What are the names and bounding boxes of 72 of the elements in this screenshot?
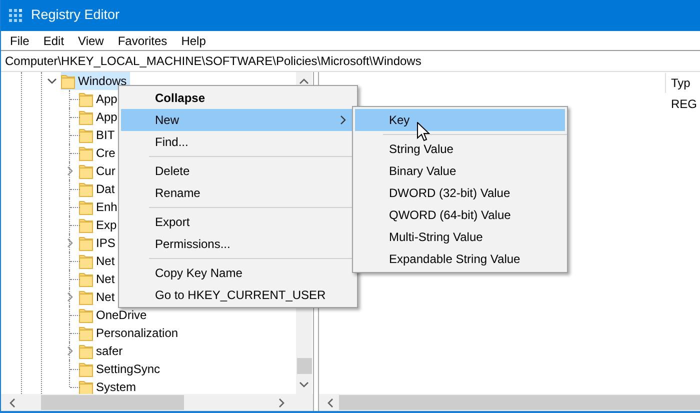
tree-item[interactable]: Net <box>79 252 118 270</box>
menu-item[interactable]: Rename <box>121 182 355 204</box>
pointer-cursor-icon <box>417 122 430 142</box>
folder-icon <box>79 217 93 233</box>
folder-icon <box>79 343 93 359</box>
scroll-left-icon <box>9 398 15 408</box>
tree-item[interactable]: BIT <box>79 126 118 144</box>
folder-icon <box>79 325 93 341</box>
menu-item[interactable]: Edit <box>36 32 72 50</box>
folder-icon <box>79 361 93 377</box>
tree-item[interactable]: OneDrive <box>79 306 150 324</box>
tree-item[interactable]: Enh <box>79 198 120 216</box>
scroll-thumb[interactable] <box>41 395 184 410</box>
tree-item[interactable]: Cur <box>79 162 118 180</box>
folder-icon <box>79 199 93 215</box>
menu-item[interactable]: Expandable String Value <box>355 248 565 270</box>
tree-item[interactable]: Cre <box>79 144 118 162</box>
menu-item[interactable]: New <box>121 109 355 131</box>
menu-item[interactable]: Find... <box>121 131 355 153</box>
folder-icon <box>79 127 93 143</box>
menu-item[interactable]: Permissions... <box>121 233 355 255</box>
scroll-thumb[interactable] <box>339 395 700 410</box>
menu-item[interactable]: Favorites <box>110 32 174 50</box>
menu-item[interactable]: Help <box>174 32 213 50</box>
folder-icon <box>79 91 93 107</box>
folder-icon <box>79 109 93 125</box>
tree-item[interactable]: IPS <box>79 234 118 252</box>
address-bar[interactable]: Computer\HKEY_LOCAL_MACHINE\SOFTWARE\Policies\Microsoft\Windows <box>1 50 700 72</box>
menu-item[interactable]: View <box>71 32 111 50</box>
tree-item[interactable]: Exp <box>79 216 120 234</box>
menu-item[interactable]: Multi-String Value <box>355 226 565 248</box>
scroll-up-icon <box>299 78 309 84</box>
tree-item[interactable]: App <box>79 90 120 108</box>
folder-icon <box>61 73 75 89</box>
scroll-down-icon <box>299 382 309 388</box>
folder-icon <box>79 235 93 251</box>
menu-item[interactable]: Binary Value <box>355 160 565 182</box>
menu-item[interactable]: Export <box>121 211 355 233</box>
tree-item[interactable]: Net <box>79 288 118 306</box>
menu-item[interactable]: Delete <box>121 160 355 182</box>
tree-item[interactable]: Net <box>79 270 118 288</box>
folder-icon <box>79 145 93 161</box>
tree-item[interactable]: App <box>79 108 120 126</box>
menu-item[interactable]: Go to HKEY_CURRENT_USER <box>121 284 355 306</box>
folder-icon <box>79 379 93 394</box>
table-cell-text: REG <box>671 96 698 113</box>
menu-item[interactable]: QWORD (64-bit) Value <box>355 204 565 226</box>
tree-item[interactable]: SettingSync <box>79 360 164 378</box>
horizontal-scrollbar[interactable] <box>1 394 313 411</box>
tree-item[interactable]: Personalization <box>79 324 182 342</box>
menu-item[interactable]: Key <box>355 109 565 131</box>
folder-icon <box>79 181 93 197</box>
window-title: Registry Editor <box>31 6 120 24</box>
menu-item[interactable]: Copy Key Name <box>121 262 355 284</box>
folder-icon <box>79 271 93 287</box>
menu-item[interactable]: Collapse <box>121 87 355 109</box>
folder-icon <box>79 253 93 269</box>
scroll-right-icon <box>279 398 285 408</box>
tree-item[interactable]: Windows <box>61 72 130 90</box>
column-header[interactable]: Typ <box>671 74 690 92</box>
tree-item[interactable]: Dat <box>79 180 118 198</box>
menu-item[interactable]: File <box>3 32 36 50</box>
scroll-thumb[interactable] <box>296 358 312 374</box>
folder-icon <box>79 289 93 305</box>
folder-icon <box>79 307 93 323</box>
menu-item[interactable]: DWORD (32-bit) Value <box>355 182 565 204</box>
tree-item[interactable]: safer <box>79 342 126 360</box>
scroll-left-icon <box>327 398 333 408</box>
horizontal-scrollbar[interactable] <box>319 394 700 411</box>
app-icon <box>9 8 23 22</box>
menu-item[interactable]: String Value <box>355 138 565 160</box>
folder-icon <box>79 163 93 179</box>
